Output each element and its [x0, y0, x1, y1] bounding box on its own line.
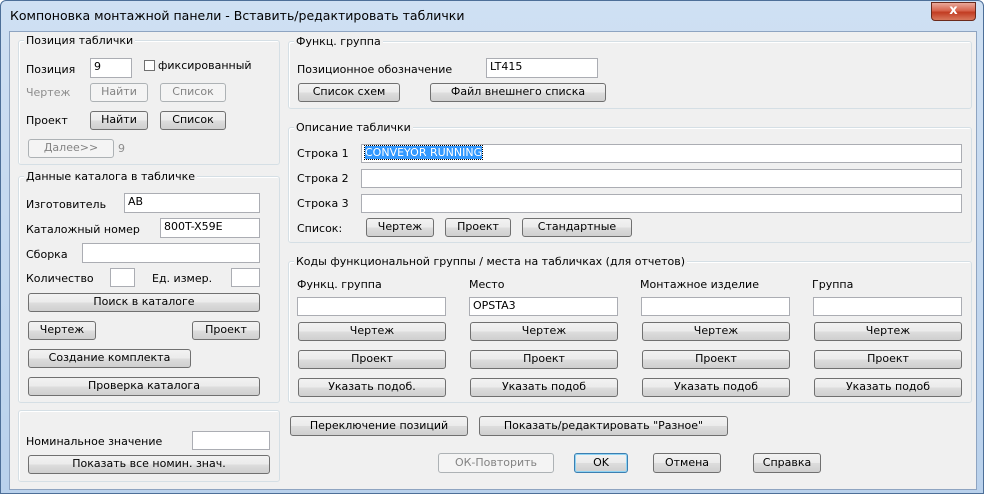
find-drawing-button[interactable]: Найти [90, 83, 148, 102]
code-col-label-group: Группа [812, 278, 854, 291]
schematic-list-button[interactable]: Список схем [298, 83, 400, 102]
ok-repeat-button[interactable]: ОК-Повторить [438, 453, 554, 473]
cancel-button[interactable]: Отмена [653, 453, 721, 473]
codes-group-legend: Коды функциональной группы / места на та… [294, 255, 688, 268]
show-all-nominal-button[interactable]: Показать все номин. знач. [28, 455, 270, 474]
position-input[interactable]: 9 [90, 58, 132, 78]
manufacturer-input[interactable]: AB [124, 193, 260, 213]
show-misc-button[interactable]: Показать/редактировать "Разное" [479, 416, 728, 436]
nominal-label: Номинальное значение [26, 435, 163, 448]
code-location-input[interactable]: OPSTA3 [469, 297, 618, 316]
fixed-label: фиксированный [158, 59, 252, 72]
description-group-legend: Описание таблички [294, 121, 413, 134]
description-drawing-button[interactable]: Чертеж [366, 218, 434, 237]
quantity-input[interactable] [110, 268, 135, 287]
code-group-drawing-button[interactable]: Чертеж [814, 322, 962, 341]
catalog-project-button[interactable]: Проект [192, 321, 260, 340]
window-title: Компоновка монтажной панели - Вставить/р… [10, 8, 465, 23]
next-value: 9 [118, 142, 125, 155]
code-col-label-location: Место [469, 278, 505, 291]
nominal-input[interactable] [192, 431, 270, 450]
ok-button[interactable]: OK [574, 453, 628, 473]
code-mounting-pick-button[interactable]: Указать подоб [642, 378, 790, 397]
catalog-number-input[interactable]: 800T-X59E [160, 218, 260, 238]
assembly-label: Сборка [26, 248, 68, 261]
close-button[interactable]: x [931, 2, 976, 21]
title-bar[interactable]: Компоновка монтажной панели - Вставить/р… [1, 1, 983, 31]
tag-input[interactable]: LT415 [486, 58, 598, 78]
tag-label: Позиционное обозначение [297, 63, 453, 76]
code-function-input[interactable] [297, 297, 446, 316]
code-function-pick-button[interactable]: Указать подоб. [298, 378, 446, 397]
find-project-button[interactable]: Найти [90, 111, 148, 130]
dialog-client: Позиция таблички Позиция 9 фиксированный… [9, 31, 977, 490]
position-group-legend: Позиция таблички [24, 34, 136, 47]
assembly-input[interactable] [82, 243, 260, 263]
line2-label: Строка 2 [297, 172, 349, 185]
code-location-pick-button[interactable]: Указать подоб [470, 378, 618, 397]
code-group-project-button[interactable]: Проект [814, 350, 962, 369]
line3-label: Строка 3 [297, 197, 349, 210]
external-list-button[interactable]: Файл внешнего списка [430, 83, 606, 102]
quantity-label: Количество [26, 272, 94, 285]
line1-input[interactable]: CONVEYOR RUNNING [361, 144, 962, 163]
next-button[interactable]: Далее>> [28, 139, 114, 158]
check-catalog-button[interactable]: Проверка каталога [28, 377, 260, 396]
code-mounting-project-button[interactable]: Проект [642, 350, 790, 369]
function-group-legend: Функц. группа [294, 35, 383, 48]
line3-input[interactable] [361, 194, 962, 213]
help-button[interactable]: Справка [753, 453, 821, 473]
unit-label: Ед. измер. [152, 272, 213, 285]
code-col-label-function: Функц. группа [297, 278, 382, 291]
code-mounting-drawing-button[interactable]: Чертеж [642, 322, 790, 341]
unit-input[interactable] [231, 268, 260, 287]
create-kit-button[interactable]: Создание комплекта [28, 349, 191, 368]
project-label: Проект [26, 114, 68, 127]
position-label: Позиция [26, 63, 76, 76]
line1-label: Строка 1 [297, 147, 349, 160]
code-group-input[interactable] [813, 297, 962, 316]
code-location-project-button[interactable]: Проект [470, 350, 618, 369]
code-function-drawing-button[interactable]: Чертеж [298, 322, 446, 341]
description-project-button[interactable]: Проект [445, 218, 511, 237]
toggle-positions-button[interactable]: Переключение позиций [290, 416, 468, 436]
catalog-number-label: Каталожный номер [26, 223, 140, 236]
line1-selected-text: CONVEYOR RUNNING [363, 145, 484, 160]
code-function-project-button[interactable]: Проект [298, 350, 446, 369]
fixed-checkbox[interactable] [144, 60, 155, 71]
code-col-label-mounting: Монтажное изделие [640, 278, 759, 291]
close-icon: x [949, 3, 958, 18]
line2-input[interactable] [361, 169, 962, 188]
code-location-drawing-button[interactable]: Чертеж [470, 322, 618, 341]
code-group-pick-button[interactable]: Указать подоб [814, 378, 962, 397]
code-mounting-input[interactable] [641, 297, 790, 316]
list-label: Список: [297, 222, 343, 235]
catalog-group-legend: Данные каталога в табличке [24, 170, 197, 183]
dialog-window: Компоновка монтажной панели - Вставить/р… [0, 0, 984, 494]
list-drawing-button[interactable]: Список [160, 83, 226, 102]
drawing-label: Чертеж [26, 86, 71, 99]
manufacturer-label: Изготовитель [26, 198, 107, 211]
list-project-button[interactable]: Список [160, 111, 226, 130]
catalog-lookup-button[interactable]: Поиск в каталоге [28, 293, 260, 312]
standard-button[interactable]: Стандартные [522, 218, 632, 237]
catalog-drawing-button[interactable]: Чертеж [28, 321, 96, 340]
